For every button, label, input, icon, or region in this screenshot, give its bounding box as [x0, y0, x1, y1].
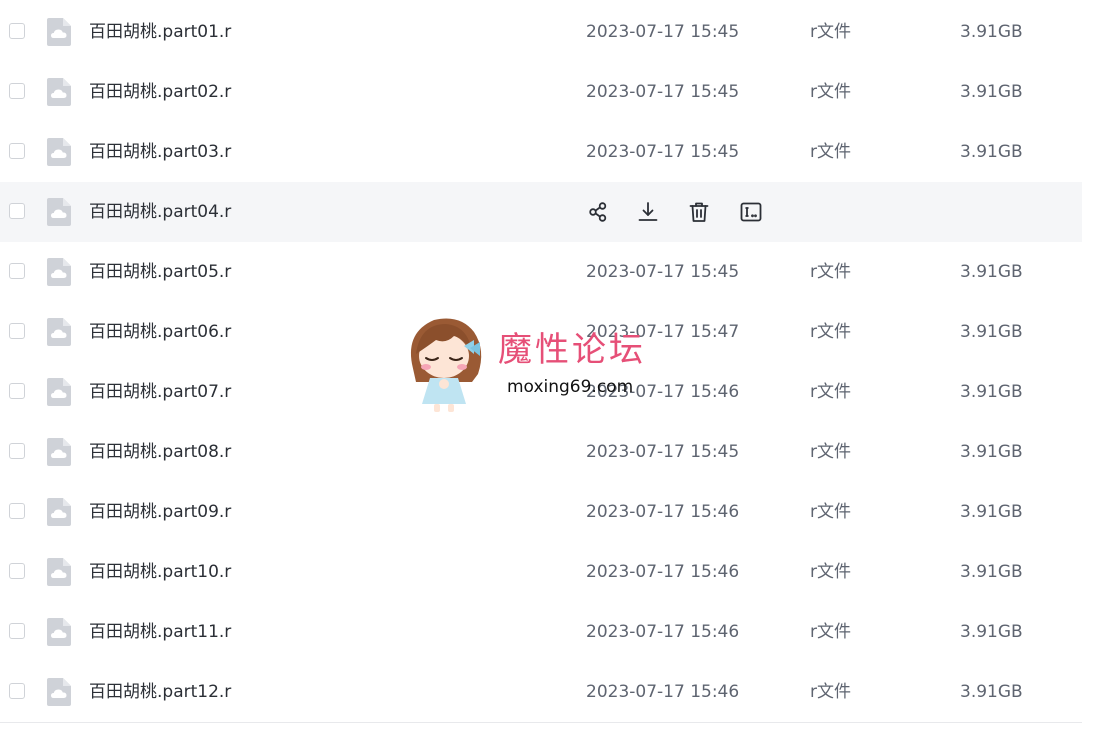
file-row[interactable]: 百田胡桃.part03.r 2023-07-17 15:45 r文件 3.91G… — [0, 122, 1082, 182]
file-row[interactable]: 百田胡桃.part11.r 2023-07-17 15:46 r文件 3.91G… — [0, 602, 1082, 662]
file-name[interactable]: 百田胡桃.part08.r — [89, 440, 231, 464]
row-checkbox[interactable] — [9, 563, 25, 579]
file-modified-date: 2023-07-17 15:46 — [586, 562, 740, 582]
file-row[interactable]: 百田胡桃.part05.r 2023-07-17 15:45 r文件 3.91G… — [0, 242, 1082, 302]
file-name[interactable]: 百田胡桃.part10.r — [89, 560, 231, 584]
row-checkbox[interactable] — [9, 383, 25, 399]
file-name[interactable]: 百田胡桃.part07.r — [89, 380, 231, 404]
file-name[interactable]: 百田胡桃.part12.r — [89, 680, 231, 704]
file-modified-date: 2023-07-17 15:45 — [586, 22, 740, 42]
row-checkbox[interactable] — [9, 503, 25, 519]
row-checkbox[interactable] — [9, 143, 25, 159]
delete-icon[interactable] — [687, 200, 711, 224]
row-checkbox[interactable] — [9, 203, 25, 219]
file-size: 3.91GB — [960, 622, 1023, 642]
file-size: 3.91GB — [960, 262, 1023, 282]
file-size: 3.91GB — [960, 382, 1023, 402]
file-type: r文件 — [810, 502, 851, 522]
cloud-file-icon — [47, 18, 71, 46]
file-name[interactable]: 百田胡桃.part03.r — [89, 140, 231, 164]
file-modified-date: 2023-07-17 15:45 — [586, 142, 740, 162]
file-size: 3.91GB — [960, 502, 1023, 522]
file-type: r文件 — [810, 382, 851, 402]
file-modified-date: 2023-07-17 15:46 — [586, 682, 740, 702]
file-type: r文件 — [810, 562, 851, 582]
file-type: r文件 — [810, 622, 851, 642]
row-checkbox[interactable] — [9, 323, 25, 339]
mascot-girl-icon — [410, 318, 482, 412]
file-modified-date: 2023-07-17 15:46 — [586, 502, 740, 522]
file-type: r文件 — [810, 142, 851, 162]
file-size: 3.91GB — [960, 142, 1023, 162]
cloud-file-icon — [47, 318, 71, 346]
file-type: r文件 — [810, 322, 851, 342]
cloud-file-icon — [47, 498, 71, 526]
watermark-url: moxing69.com — [507, 377, 634, 397]
file-name[interactable]: 百田胡桃.part04.r — [89, 200, 231, 224]
file-modified-date: 2023-07-17 15:45 — [586, 82, 740, 102]
cloud-file-icon — [47, 438, 71, 466]
file-size: 3.91GB — [960, 82, 1023, 102]
file-name[interactable]: 百田胡桃.part06.r — [89, 320, 231, 344]
watermark: 魔性论坛 moxing69.com — [402, 312, 672, 416]
file-type: r文件 — [810, 262, 851, 282]
file-type: r文件 — [810, 22, 851, 42]
file-type: r文件 — [810, 442, 851, 462]
file-name[interactable]: 百田胡桃.part02.r — [89, 80, 231, 104]
file-type: r文件 — [810, 82, 851, 102]
cloud-file-icon — [47, 78, 71, 106]
file-row-hovered[interactable]: 百田胡桃.part04.r — [0, 182, 1082, 242]
rename-icon[interactable] — [739, 200, 763, 224]
cloud-file-icon — [47, 618, 71, 646]
watermark-title: 魔性论坛 — [498, 330, 646, 370]
row-checkbox[interactable] — [9, 23, 25, 39]
file-name[interactable]: 百田胡桃.part01.r — [89, 20, 231, 44]
file-size: 3.91GB — [960, 562, 1023, 582]
file-type: r文件 — [810, 682, 851, 702]
cloud-file-icon — [47, 378, 71, 406]
file-row[interactable]: 百田胡桃.part09.r 2023-07-17 15:46 r文件 3.91G… — [0, 482, 1082, 542]
cloud-file-icon — [47, 138, 71, 166]
cloud-file-icon — [47, 258, 71, 286]
file-name[interactable]: 百田胡桃.part05.r — [89, 260, 231, 284]
file-size: 3.91GB — [960, 682, 1023, 702]
file-modified-date: 2023-07-17 15:45 — [586, 442, 740, 462]
cloud-file-icon — [47, 678, 71, 706]
row-checkbox[interactable] — [9, 443, 25, 459]
file-size: 3.91GB — [960, 442, 1023, 462]
download-icon[interactable] — [636, 200, 660, 224]
file-name[interactable]: 百田胡桃.part11.r — [89, 620, 231, 644]
file-name[interactable]: 百田胡桃.part09.r — [89, 500, 231, 524]
row-checkbox[interactable] — [9, 263, 25, 279]
file-row[interactable]: 百田胡桃.part02.r 2023-07-17 15:45 r文件 3.91G… — [0, 62, 1082, 122]
file-size: 3.91GB — [960, 322, 1023, 342]
file-modified-date: 2023-07-17 15:46 — [586, 622, 740, 642]
file-row[interactable]: 百田胡桃.part12.r 2023-07-17 15:46 r文件 3.91G… — [0, 662, 1082, 722]
share-icon[interactable] — [586, 200, 610, 224]
row-checkbox[interactable] — [9, 83, 25, 99]
cloud-file-icon — [47, 558, 71, 586]
file-size: 3.91GB — [960, 22, 1023, 42]
list-bottom-divider — [0, 722, 1082, 723]
row-checkbox[interactable] — [9, 683, 25, 699]
file-row[interactable]: 百田胡桃.part10.r 2023-07-17 15:46 r文件 3.91G… — [0, 542, 1082, 602]
file-row[interactable]: 百田胡桃.part01.r 2023-07-17 15:45 r文件 3.91G… — [0, 2, 1082, 62]
row-checkbox[interactable] — [9, 623, 25, 639]
file-row[interactable]: 百田胡桃.part08.r 2023-07-17 15:45 r文件 3.91G… — [0, 422, 1082, 482]
cloud-file-icon — [47, 198, 71, 226]
file-modified-date: 2023-07-17 15:45 — [586, 262, 740, 282]
